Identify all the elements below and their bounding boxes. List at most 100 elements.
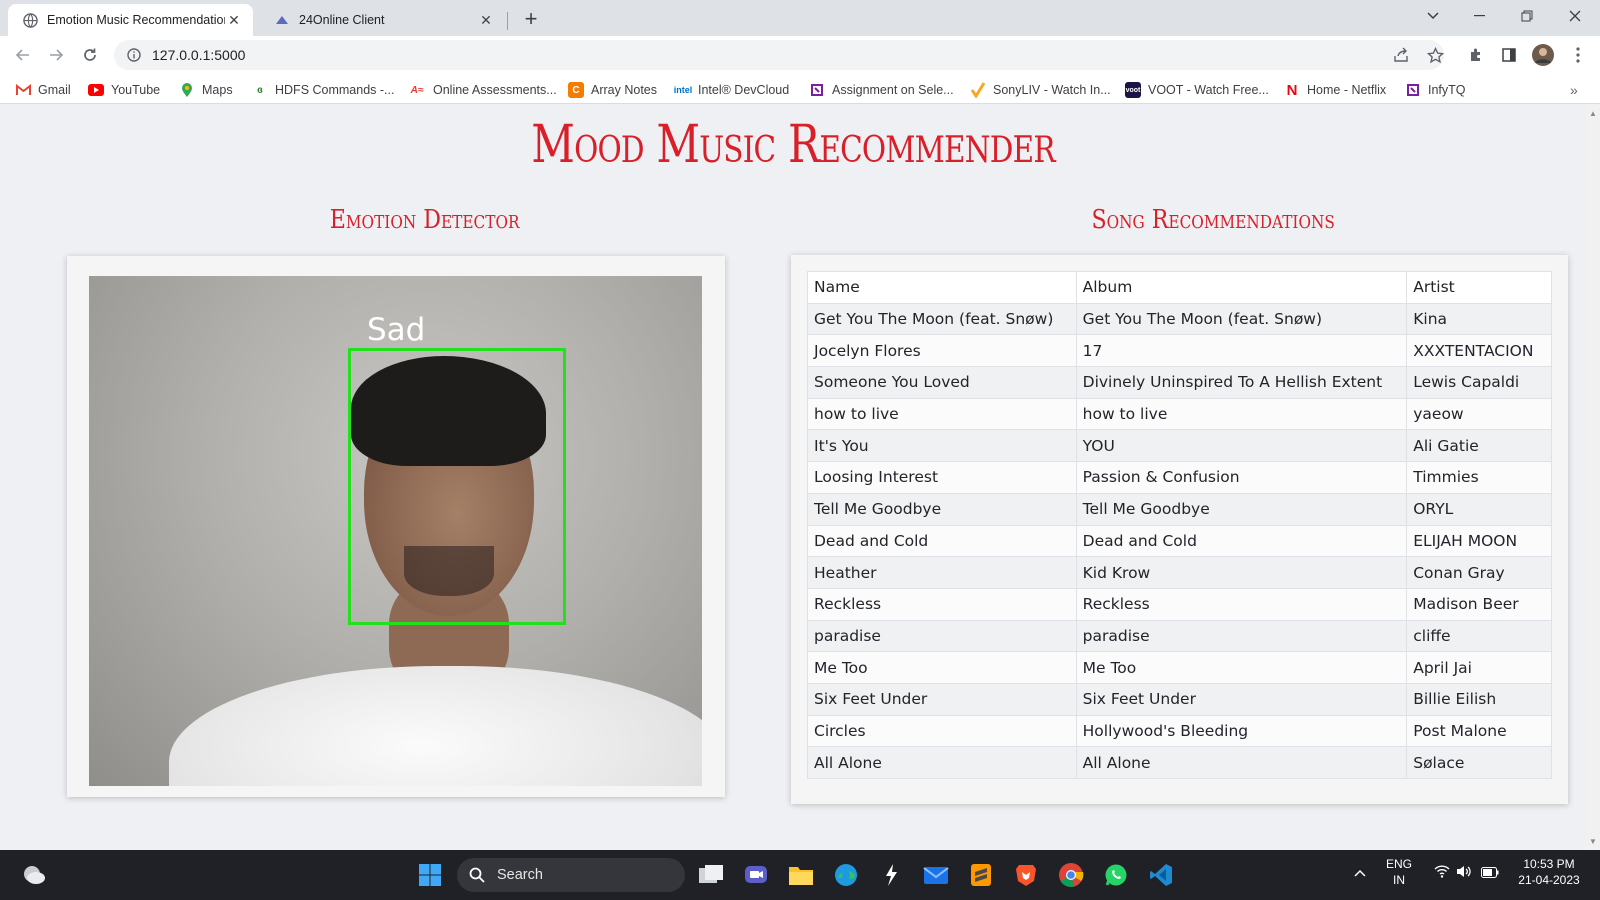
album-cell: how to live (1075, 397, 1408, 431)
reload-icon[interactable] (76, 41, 104, 69)
search-icon (469, 867, 485, 883)
wifi-icon[interactable] (1434, 865, 1450, 882)
edge-browser-icon[interactable] (829, 858, 863, 892)
table-row: paradise paradise cliffe (807, 619, 1552, 653)
bookmark-netflix[interactable]: N Home - Netflix (1284, 80, 1387, 100)
scroll-up-icon[interactable]: ▲ (1589, 109, 1597, 118)
weather-widget-icon[interactable] (17, 858, 51, 892)
table-row: Circles Hollywood's Bleeding Post Malone (807, 714, 1552, 748)
songs-table: Name Album Artist Get You The Moon (feat… (807, 271, 1552, 779)
file-explorer-icon[interactable] (784, 858, 818, 892)
album-cell: Reckless (1075, 587, 1408, 621)
address-bar[interactable] (114, 40, 1444, 70)
artist-cell: Billie Eilish (1406, 682, 1552, 716)
vscode-icon[interactable] (1144, 858, 1178, 892)
artist-cell: Ali Gatie (1406, 429, 1552, 463)
tab-divider (507, 12, 508, 30)
bookmarks-bar: Gmail YouTube Maps ɞ HDFS Commands -... … (0, 74, 1600, 104)
app-bolt-icon[interactable] (874, 858, 908, 892)
forward-icon[interactable] (42, 41, 70, 69)
column-header-artist: Artist (1406, 271, 1552, 304)
task-view-icon[interactable] (694, 858, 728, 892)
table-row: It's You YOU Ali Gatie (807, 429, 1552, 463)
table-row: Get You The Moon (feat. Snøw) Get You The… (807, 302, 1552, 336)
chrome-icon[interactable] (1054, 858, 1088, 892)
tab-strip: Emotion Music Recommendation ✕ 24Online … (0, 0, 1600, 36)
sonyliv-icon (970, 82, 986, 98)
album-cell: paradise (1075, 619, 1408, 653)
mail-icon[interactable] (919, 858, 953, 892)
url-input[interactable] (152, 47, 552, 63)
bookmark-gmail[interactable]: Gmail (15, 80, 71, 100)
extensions-icon[interactable] (1463, 42, 1489, 68)
bookmark-assignment[interactable]: Assignment on Sele... (809, 80, 954, 100)
restore-button[interactable] (1504, 0, 1550, 32)
close-tab-icon[interactable]: ✕ (225, 11, 243, 29)
page-scrollbar[interactable]: ▲ ▼ (1586, 105, 1600, 850)
artist-cell: yaeow (1406, 397, 1552, 431)
intel-icon: intel (673, 85, 693, 95)
back-icon[interactable] (9, 41, 37, 69)
bookmark-youtube[interactable]: YouTube (88, 80, 160, 100)
table-row: Reckless Reckless Madison Beer (807, 587, 1552, 621)
tray-overflow-chevron-icon[interactable] (1354, 865, 1366, 881)
song-name-cell: Heather (807, 556, 1077, 589)
volume-icon[interactable] (1456, 865, 1473, 882)
bookmark-star-icon[interactable] (1422, 42, 1448, 68)
battery-icon[interactable] (1481, 866, 1499, 882)
album-cell: Hollywood's Bleeding (1075, 714, 1408, 748)
tab-search-chevron-icon[interactable] (1410, 0, 1456, 32)
table-header-row: Name Album Artist (807, 271, 1552, 304)
clock[interactable]: 10:53 PM 21-04-2023 (1514, 856, 1584, 888)
taskbar-search-box[interactable]: Search (457, 858, 685, 892)
tab-title: Emotion Music Recommendation (47, 13, 225, 27)
song-name-cell: Dead and Cold (807, 524, 1077, 558)
artist-cell: ELIJAH MOON (1406, 524, 1552, 558)
share-icon[interactable] (1388, 42, 1414, 68)
infytq-icon (1405, 82, 1421, 98)
close-tab-icon[interactable]: ✕ (477, 11, 495, 29)
scroll-down-icon[interactable]: ▼ (1589, 837, 1597, 846)
album-cell: Kid Krow (1075, 556, 1408, 589)
new-tab-button[interactable]: + (518, 6, 544, 32)
bookmark-maps[interactable]: Maps (179, 80, 233, 100)
site-info-icon[interactable] (124, 45, 144, 65)
artist-cell: April Jai (1406, 651, 1552, 684)
bookmark-hdfs[interactable]: ɞ HDFS Commands -... (252, 80, 394, 100)
assessments-icon: A≈ (410, 84, 424, 96)
windows-taskbar: Search ENG IN 10:53 PM 21-04-2023 (0, 850, 1600, 900)
artist-cell: Kina (1406, 302, 1552, 336)
whatsapp-icon[interactable] (1099, 858, 1133, 892)
page-content: Mood Music Recommender Emotion Detector … (0, 105, 1600, 850)
album-cell: Get You The Moon (feat. Snøw) (1075, 302, 1408, 336)
youtube-icon (88, 82, 104, 98)
album-cell: Dead and Cold (1075, 524, 1408, 558)
close-window-button[interactable] (1552, 0, 1598, 32)
bookmark-infytq[interactable]: InfyTQ (1405, 80, 1466, 100)
table-row: Jocelyn Flores 17 XXXTENTACION (807, 334, 1552, 368)
bookmark-intel-devcloud[interactable]: intel Intel® DevCloud (673, 80, 789, 100)
teams-chat-icon[interactable] (739, 858, 773, 892)
bookmark-array-notes[interactable]: C Array Notes (568, 80, 657, 100)
song-name-cell: Tell Me Goodbye (807, 492, 1077, 526)
bookmark-sonyliv[interactable]: SonyLIV - Watch In... (970, 80, 1111, 100)
language-indicator[interactable]: ENG IN (1386, 856, 1412, 888)
profile-avatar[interactable] (1530, 42, 1556, 68)
minimize-button[interactable] (1457, 0, 1503, 32)
tab-emotion-music[interactable]: Emotion Music Recommendation ✕ (8, 4, 253, 36)
song-name-cell: paradise (807, 619, 1077, 653)
side-panel-icon[interactable] (1496, 42, 1522, 68)
menu-kebab-icon[interactable] (1565, 42, 1591, 68)
tab-24online[interactable]: 24Online Client ✕ (260, 4, 505, 36)
table-row: Tell Me Goodbye Tell Me Goodbye ORYL (807, 492, 1552, 526)
song-name-cell: Loosing Interest (807, 461, 1077, 494)
song-name-cell: Jocelyn Flores (807, 334, 1077, 368)
bookmark-voot[interactable]: voot VOOT - Watch Free... (1125, 80, 1269, 100)
more-bookmarks-icon[interactable]: » (1570, 80, 1578, 100)
bookmark-online-assessments[interactable]: A≈ Online Assessments... (408, 80, 557, 100)
brave-browser-icon[interactable] (1009, 858, 1043, 892)
sublime-text-icon[interactable] (964, 858, 998, 892)
emotion-detector-title: Emotion Detector (329, 205, 520, 235)
song-recommendations-card: Name Album Artist Get You The Moon (feat… (791, 255, 1568, 804)
start-windows-icon[interactable] (413, 858, 447, 892)
